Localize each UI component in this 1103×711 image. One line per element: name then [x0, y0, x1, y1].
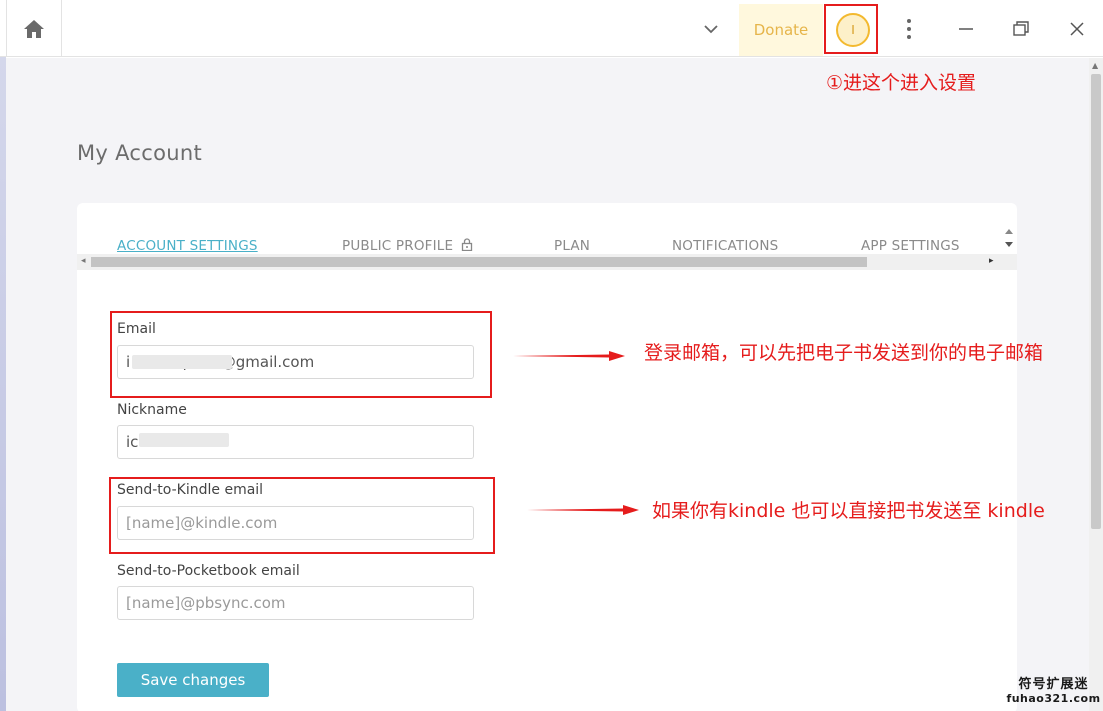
scroll-up-arrow-icon[interactable]: ▲ [1092, 61, 1098, 70]
kindle-annotation: 如果你有kindle 也可以直接把书发送至 kindle [652, 500, 1045, 522]
email-annotation: 登录邮箱，可以先把电子书发送到你的电子邮箱 [644, 342, 1044, 364]
nickname-redaction [139, 433, 229, 447]
lock-icon [461, 238, 472, 252]
tabs-horizontal-scrollbar[interactable]: ◂ ▸ [77, 254, 1017, 270]
kindle-arrow-icon [527, 505, 639, 515]
pocketbook-email-label: Send-to-Pocketbook email [117, 563, 300, 579]
tab-app-settings[interactable]: APP SETTINGS [861, 238, 960, 254]
home-button[interactable] [6, 0, 62, 57]
restore-icon [1013, 21, 1029, 36]
pocketbook-email-placeholder: [name]@pbsync.com [126, 594, 286, 612]
pocketbook-email-field[interactable]: [name]@pbsync.com [117, 586, 474, 620]
donate-button[interactable]: Donate [739, 4, 823, 56]
more-vertical-icon [907, 19, 911, 39]
dropdown-chevron-button[interactable] [700, 18, 722, 40]
avatar-highlight-box [824, 4, 878, 54]
tab-public-profile[interactable]: PUBLIC PROFILE [342, 238, 473, 254]
donate-label: Donate [753, 21, 809, 39]
vertical-scrollbar[interactable]: ▲ [1089, 58, 1103, 711]
home-icon [24, 19, 44, 38]
close-button[interactable] [1066, 18, 1088, 40]
vertical-scrollbar-thumb[interactable] [1091, 74, 1101, 529]
tab-public-profile-label: PUBLIC PROFILE [342, 238, 454, 254]
close-icon [1070, 22, 1084, 36]
scroll-left-arrow-icon[interactable]: ◂ [81, 256, 86, 266]
tabs-scroll-arrows-icon[interactable] [1001, 223, 1017, 253]
more-options-button[interactable] [898, 17, 920, 41]
horizontal-scrollbar-thumb[interactable] [91, 257, 867, 267]
restore-button[interactable] [1010, 18, 1032, 40]
title-bar: Donate I [0, 0, 1103, 57]
nickname-label: Nickname [117, 402, 187, 418]
account-card: ACCOUNT SETTINGS PUBLIC PROFILE PLAN NOT… [77, 203, 1017, 711]
tab-notifications[interactable]: NOTIFICATIONS [672, 238, 778, 254]
watermark-line1: 符号扩展迷 [1018, 677, 1089, 692]
kindle-highlight-box [109, 477, 495, 554]
nickname-value: ic [126, 433, 139, 451]
watermark-line2: fuhao321.com [1006, 692, 1101, 705]
minimize-icon [959, 28, 973, 30]
chevron-down-icon [704, 25, 718, 34]
scroll-right-arrow-icon[interactable]: ▸ [989, 256, 994, 266]
site-watermark: 符号扩展迷 fuhao321.com [1004, 673, 1103, 711]
minimize-button[interactable] [955, 18, 977, 40]
tab-plan[interactable]: PLAN [554, 238, 590, 254]
tab-account-settings[interactable]: ACCOUNT SETTINGS [117, 238, 258, 254]
email-highlight-box [110, 311, 492, 398]
page-title: My Account [77, 141, 203, 165]
save-changes-button[interactable]: Save changes [117, 663, 269, 697]
settings-annotation: ①进这个进入设置 [826, 72, 977, 94]
email-arrow-icon [513, 351, 625, 361]
save-changes-label: Save changes [140, 671, 246, 689]
